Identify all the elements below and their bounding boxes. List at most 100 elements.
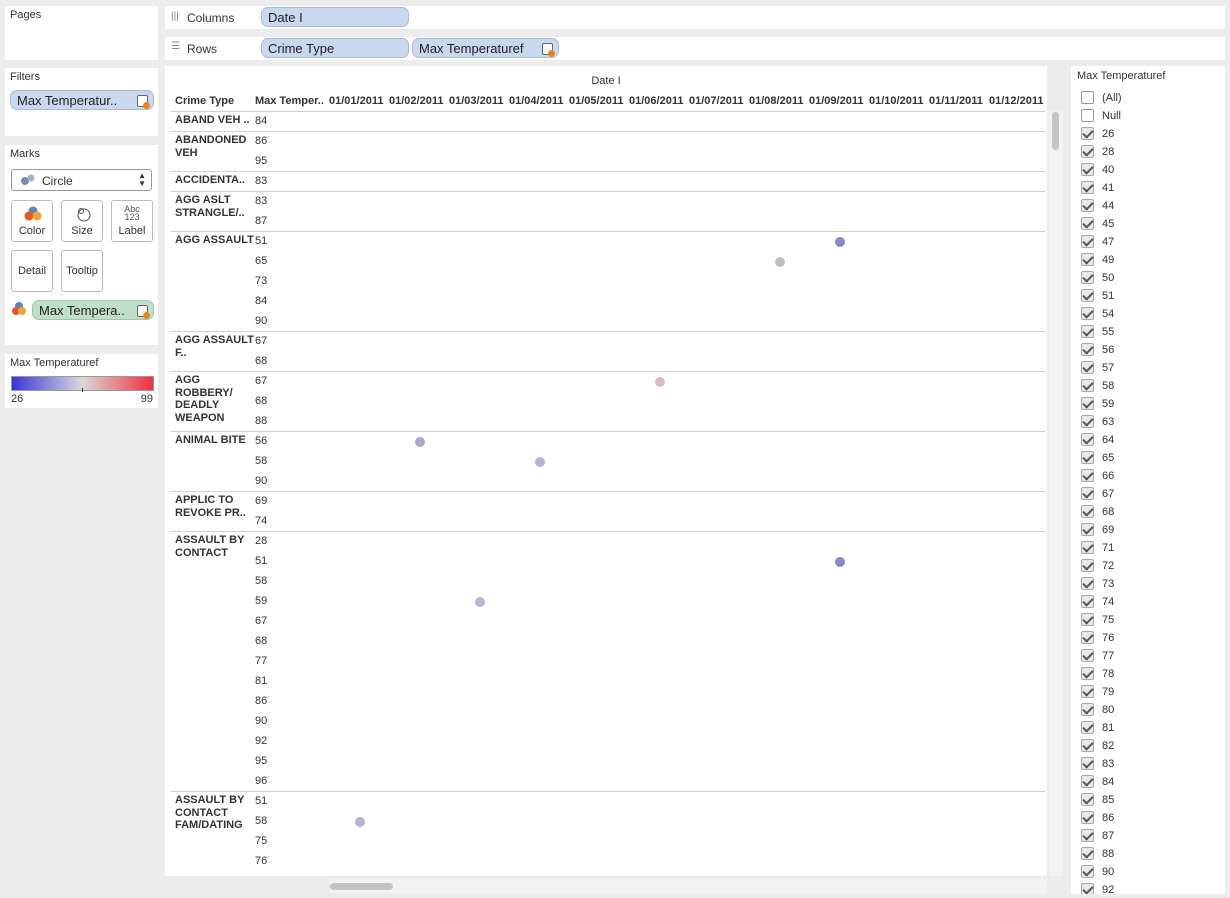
filter-item-label: 50 <box>1102 272 1115 284</box>
data-point[interactable] <box>415 437 425 447</box>
checkbox[interactable] <box>1081 469 1094 482</box>
circle-mark-icon <box>21 174 35 185</box>
viz-view[interactable]: Date I Crime Type Max Temper.. 01/01/201… <box>165 66 1047 876</box>
checkbox[interactable] <box>1081 307 1094 320</box>
tooltip-button[interactable]: Tooltip <box>61 250 103 292</box>
checkbox[interactable] <box>1081 577 1094 590</box>
filter-item-label: 40 <box>1102 164 1115 176</box>
data-point[interactable] <box>835 557 845 567</box>
max-temp-value: 73 <box>255 275 268 287</box>
filter-item-label: 84 <box>1102 776 1115 788</box>
data-point[interactable] <box>655 377 665 387</box>
checkbox[interactable] <box>1081 631 1094 644</box>
checkbox[interactable] <box>1081 775 1094 788</box>
checkbox[interactable] <box>1081 91 1094 104</box>
filter-pill-max-temperature[interactable]: Max Temperatur.. <box>10 90 154 110</box>
horizontal-scrollbar-thumb[interactable] <box>330 883 393 890</box>
vertical-scrollbar-track[interactable] <box>1049 110 1063 876</box>
checkbox[interactable] <box>1081 541 1094 554</box>
max-temp-value: 86 <box>255 135 268 147</box>
checkbox[interactable] <box>1081 505 1094 518</box>
quick-filter-title: Max Temperaturef <box>1077 70 1166 82</box>
checkbox[interactable] <box>1081 523 1094 536</box>
checkbox[interactable] <box>1081 217 1094 230</box>
color-button[interactable]: Color <box>11 200 53 242</box>
max-temp-value: 56 <box>255 435 268 447</box>
filter-item-label: (All) <box>1102 92 1122 104</box>
filter-item-label: 90 <box>1102 866 1115 878</box>
checkbox[interactable] <box>1081 793 1094 806</box>
checkbox[interactable] <box>1081 361 1094 374</box>
label-button[interactable]: Abc 123 Label <box>111 200 153 242</box>
checkbox[interactable] <box>1081 379 1094 392</box>
mark-type-dropdown[interactable]: Circle ▲ ▼ <box>11 169 152 191</box>
checkbox[interactable] <box>1081 559 1094 572</box>
data-point[interactable] <box>775 257 785 267</box>
filter-item-label: 56 <box>1102 344 1115 356</box>
checkbox[interactable] <box>1081 199 1094 212</box>
max-temp-value: 28 <box>255 535 268 547</box>
checkbox[interactable] <box>1081 289 1094 302</box>
filter-pill-label: Max Temperatur.. <box>17 93 118 108</box>
filter-item-label: 75 <box>1102 614 1115 626</box>
marks-title: Marks <box>10 148 40 160</box>
row-pill-crime-type[interactable]: Crime Type <box>261 38 409 58</box>
checkbox[interactable] <box>1081 145 1094 158</box>
crime-type-label: AGG ASSAULT <box>175 234 254 246</box>
row-separator <box>170 491 1045 492</box>
checkbox[interactable] <box>1081 721 1094 734</box>
checkbox[interactable] <box>1081 487 1094 500</box>
checkbox[interactable] <box>1081 811 1094 824</box>
checkbox[interactable] <box>1081 829 1094 842</box>
checkbox[interactable] <box>1081 685 1094 698</box>
crime-type-label: APPLIC TO REVOKE PR.. <box>175 494 246 519</box>
data-point[interactable] <box>835 237 845 247</box>
checkbox[interactable] <box>1081 667 1094 680</box>
color-pill-max-temperature[interactable]: Max Tempera.. <box>32 300 154 320</box>
checkbox[interactable] <box>1081 181 1094 194</box>
rows-shelf[interactable]: ☰ Rows Crime Type Max Temperaturef <box>165 37 1225 60</box>
checkbox[interactable] <box>1081 163 1094 176</box>
pages-title: Pages <box>10 9 42 21</box>
checkbox[interactable] <box>1081 865 1094 878</box>
checkbox[interactable] <box>1081 415 1094 428</box>
checkbox[interactable] <box>1081 451 1094 464</box>
max-temp-value: 96 <box>255 775 268 787</box>
date-header: 01/07/2011 <box>689 95 744 107</box>
detail-button[interactable]: Detail <box>11 250 53 292</box>
checkbox[interactable] <box>1081 433 1094 446</box>
vertical-scrollbar-thumb[interactable] <box>1052 112 1059 150</box>
checkbox[interactable] <box>1081 595 1094 608</box>
row-pill-max-temperature[interactable]: Max Temperaturef <box>412 38 559 58</box>
checkbox[interactable] <box>1081 739 1094 752</box>
filter-item-label: 72 <box>1102 560 1115 572</box>
checkbox[interactable] <box>1081 325 1094 338</box>
checkbox[interactable] <box>1081 613 1094 626</box>
checkbox[interactable] <box>1081 649 1094 662</box>
row-pill-label: Max Temperaturef <box>419 41 524 56</box>
max-temp-value: 58 <box>255 455 268 467</box>
horizontal-scrollbar-track[interactable] <box>330 879 1047 893</box>
checkbox[interactable] <box>1081 109 1094 122</box>
date-header: 01/06/2011 <box>629 95 684 107</box>
checkbox[interactable] <box>1081 271 1094 284</box>
data-point[interactable] <box>535 457 545 467</box>
checkbox[interactable] <box>1081 235 1094 248</box>
pages-card[interactable]: Pages <box>5 6 158 60</box>
checkbox[interactable] <box>1081 847 1094 860</box>
checkbox[interactable] <box>1081 883 1094 894</box>
data-point[interactable] <box>355 817 365 827</box>
checkbox[interactable] <box>1081 253 1094 266</box>
checkbox[interactable] <box>1081 397 1094 410</box>
max-temp-value: 88 <box>255 415 268 427</box>
color-legend[interactable]: Max Temperaturef 26 99 <box>5 354 158 408</box>
checkbox[interactable] <box>1081 343 1094 356</box>
checkbox[interactable] <box>1081 703 1094 716</box>
checkbox[interactable] <box>1081 127 1094 140</box>
size-button[interactable]: Size <box>61 200 103 242</box>
column-pill-date[interactable]: Date I <box>261 7 409 27</box>
data-point[interactable] <box>475 597 485 607</box>
columns-shelf[interactable]: ||| Columns Date I <box>165 6 1225 29</box>
color-icon <box>24 206 42 221</box>
checkbox[interactable] <box>1081 757 1094 770</box>
